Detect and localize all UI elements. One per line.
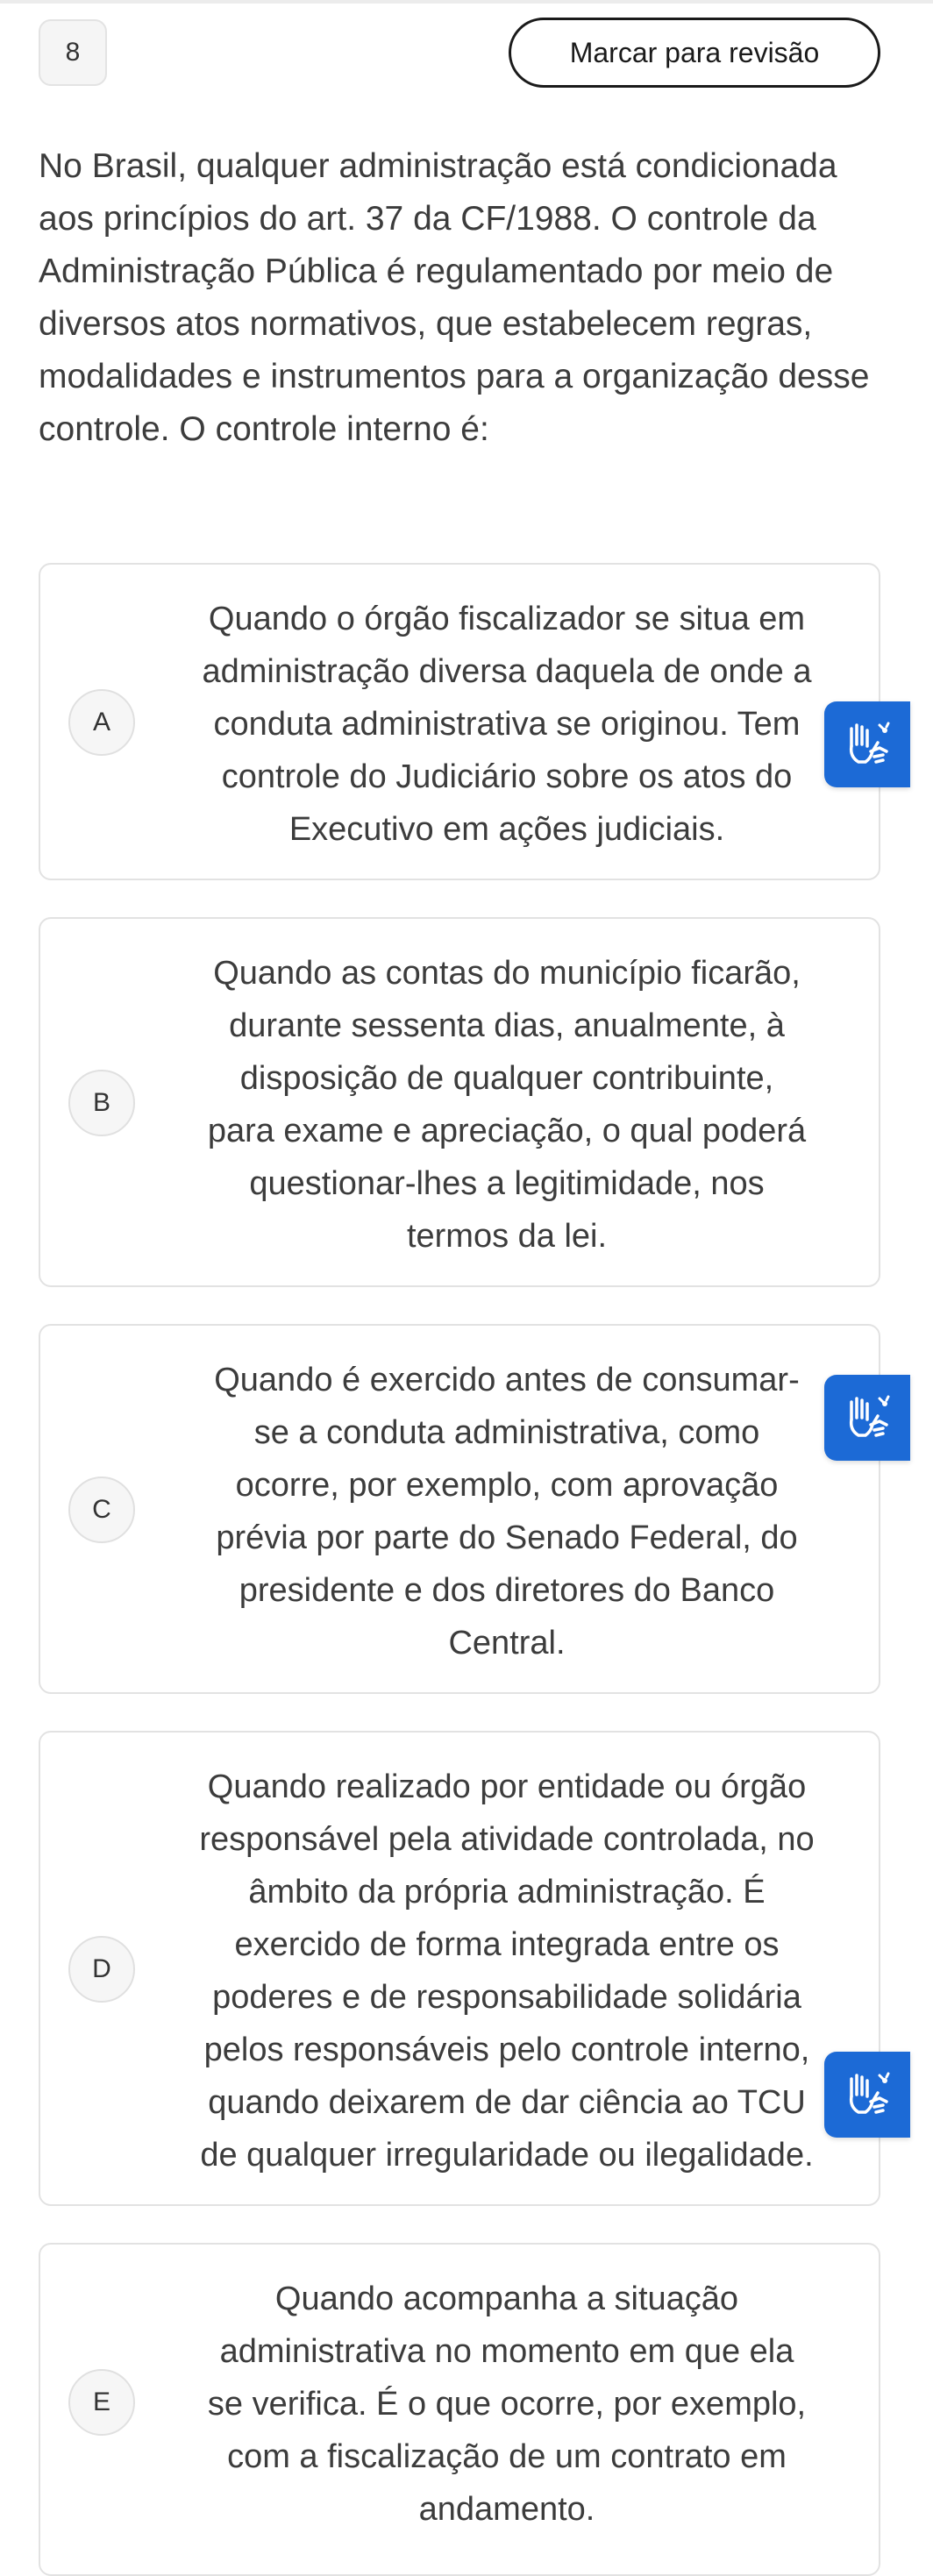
option-letter-a: A (68, 689, 135, 756)
mark-for-review-button[interactable]: Marcar para revisão (509, 18, 880, 88)
option-letter-c: C (68, 1477, 135, 1543)
sign-language-hands-icon (849, 1395, 890, 1437)
option-text-b: Quando as contas do município ficarão, d… (207, 955, 807, 1255)
option-text-d: Quando realizado por entidade ou órgão r… (199, 1768, 815, 2174)
option-letter-e: E (68, 2369, 135, 2436)
option-d[interactable]: D Quando realizado por entidade ou órgão… (39, 1731, 880, 2206)
top-divider (0, 0, 933, 4)
option-a[interactable]: A Quando o órgão fiscalizador se situa e… (39, 563, 880, 880)
option-text-e: Quando acompanha a situação administrati… (207, 2281, 807, 2528)
option-text-a: Quando o órgão fiscalizador se situa em … (202, 601, 812, 848)
accessibility-widget-button[interactable] (824, 701, 910, 787)
question-number: 8 (39, 19, 107, 86)
option-b[interactable]: B Quando as contas do município ficarão,… (39, 917, 880, 1287)
option-c[interactable]: C Quando é exercido antes de consumar- s… (39, 1324, 880, 1694)
option-text-c: Quando é exercido antes de consumar- se … (214, 1362, 800, 1662)
question-text: No Brasil, qualquer administração está c… (39, 147, 870, 448)
option-letter-b: B (68, 1070, 135, 1136)
accessibility-widget-button[interactable] (824, 1375, 910, 1461)
sign-language-hands-icon (849, 722, 890, 764)
accessibility-widget-button[interactable] (824, 2052, 910, 2138)
sign-language-hands-icon (849, 2072, 890, 2114)
option-letter-d: D (68, 1936, 135, 2003)
option-e[interactable]: E Quando acompanha a situação administra… (39, 2243, 880, 2576)
